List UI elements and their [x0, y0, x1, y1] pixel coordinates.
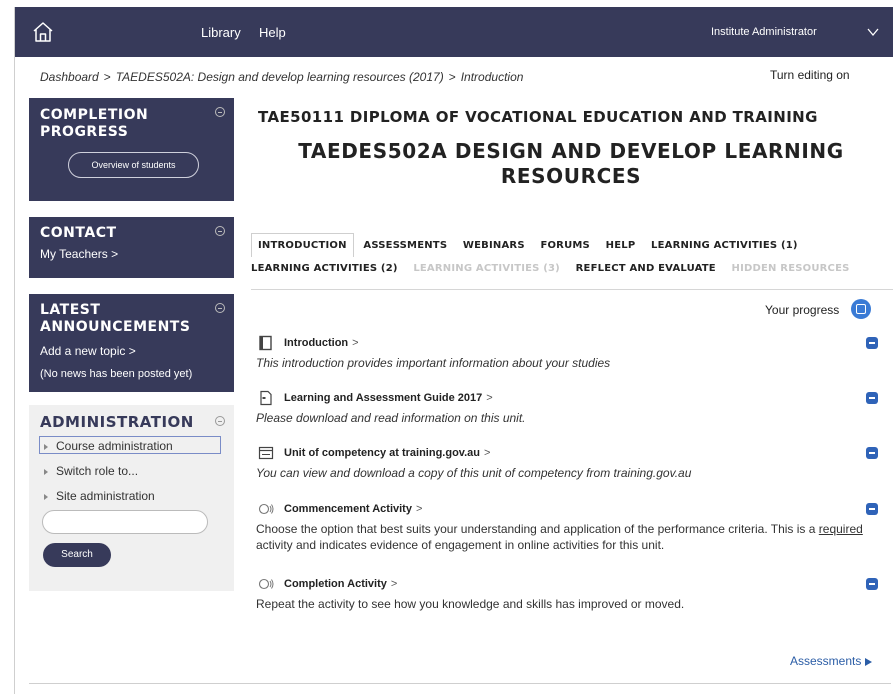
- progress-info-icon[interactable]: [851, 299, 871, 319]
- arrow-right-icon: [865, 657, 873, 666]
- breadcrumb-separator: >: [448, 70, 456, 84]
- completion-checkbox[interactable]: [866, 447, 878, 459]
- window-icon: [258, 446, 274, 460]
- tab-forums[interactable]: FORUMS: [540, 233, 590, 251]
- activity-link[interactable]: Introduction >: [284, 337, 359, 349]
- chevron-right-icon: >: [390, 578, 398, 590]
- overview-of-students-button[interactable]: Overview of students: [68, 152, 199, 178]
- activity-description: This introduction provides important inf…: [256, 356, 611, 370]
- description-emphasis: required: [818, 522, 863, 536]
- activity-description: Repeat the activity to see how you knowl…: [256, 597, 685, 611]
- admin-item-label: Course administration: [56, 439, 173, 453]
- breadcrumb-dashboard[interactable]: Dashboard: [40, 70, 99, 84]
- chevron-right-icon: >: [486, 392, 493, 404]
- my-teachers-label: My Teachers: [40, 247, 108, 261]
- no-news-note: (No news has been posted yet): [40, 368, 193, 380]
- administration-block: ADMINISTRATION Course administration Swi…: [29, 405, 234, 591]
- collapse-icon[interactable]: [215, 107, 225, 117]
- completion-progress-block: COMPLETION PROGRESS Overview of students: [29, 98, 234, 201]
- completion-checkbox[interactable]: [866, 392, 878, 404]
- turn-editing-button[interactable]: Turn editing on: [770, 68, 850, 82]
- tab-reflect-and-evaluate[interactable]: REFLECT AND EVALUATE: [576, 263, 716, 274]
- switch-role-item[interactable]: Switch role to...: [39, 462, 138, 480]
- block-title: ADMINISTRATION: [40, 413, 194, 431]
- chevron-right-icon: >: [415, 503, 423, 515]
- completion-checkbox[interactable]: [866, 337, 878, 349]
- admin-item-label: Site administration: [56, 489, 155, 503]
- course-unit-title: TAEDES502A DESIGN AND DEVELOP LEARNING R…: [298, 139, 844, 188]
- tab-introduction[interactable]: INTRODUCTION: [251, 233, 354, 257]
- activity-description: Choose the option that best suits your u…: [256, 521, 881, 553]
- chevron-right-icon: >: [128, 344, 136, 358]
- document-icon: [260, 390, 272, 406]
- course-administration-item[interactable]: Course administration: [39, 436, 221, 454]
- activity-title: Commencement Activity: [284, 503, 412, 515]
- chevron-right-icon: >: [352, 337, 359, 349]
- tab-hidden-resources[interactable]: HIDDEN RESOURCES: [732, 263, 850, 274]
- admin-search-input[interactable]: [42, 510, 208, 534]
- admin-item-label: Switch role to...: [56, 464, 139, 478]
- top-navbar: Library Help Institute Administrator: [15, 7, 893, 57]
- chevron-right-icon: >: [111, 247, 119, 261]
- my-teachers-link[interactable]: My Teachers >: [40, 247, 118, 261]
- activity-description: You can view and download a copy of this…: [256, 466, 692, 480]
- activity-title: Learning and Assessment Guide 2017: [284, 392, 483, 404]
- chevron-down-icon[interactable]: [867, 27, 879, 37]
- tabs-divider: [251, 289, 893, 290]
- nav-help-link[interactable]: Help: [259, 25, 286, 40]
- home-icon[interactable]: [31, 20, 55, 44]
- activity-title: Completion Activity: [284, 578, 387, 590]
- book-icon: [259, 335, 272, 351]
- latest-announcements-block: LATEST ANNOUNCEMENTS Add a new topic > (…: [29, 294, 234, 392]
- footer-divider: [29, 683, 891, 684]
- section-tabs-row-1: INTRODUCTION ASSESSMENTS WEBINARS FORUMS…: [251, 233, 810, 257]
- description-text: activity and indicates evidence of engag…: [256, 538, 665, 552]
- tab-webinars[interactable]: WEBINARS: [463, 233, 525, 251]
- caret-right-icon: [44, 443, 48, 450]
- feedback-icon: [258, 503, 274, 515]
- contact-block: CONTACT My Teachers >: [29, 217, 234, 278]
- admin-search-button[interactable]: Search: [43, 543, 111, 567]
- completion-checkbox[interactable]: [866, 578, 878, 590]
- activity-description: Please download and read information on …: [256, 411, 526, 425]
- tab-help[interactable]: HELP: [606, 233, 636, 251]
- nav-library-link[interactable]: Library: [201, 25, 241, 40]
- activity-link[interactable]: Completion Activity >: [284, 578, 397, 590]
- block-title: CONTACT: [40, 225, 117, 241]
- course-program-title: TAE50111 DIPLOMA OF VOCATIONAL EDUCATION…: [258, 108, 818, 126]
- caret-right-icon: [44, 493, 48, 500]
- chevron-right-icon: >: [483, 447, 491, 459]
- next-section-label: Assessments: [790, 654, 862, 668]
- tab-assessments[interactable]: ASSESSMENTS: [363, 233, 447, 251]
- description-text: Choose the option that best suits your u…: [256, 522, 819, 536]
- activity-link[interactable]: Learning and Assessment Guide 2017 >: [284, 392, 493, 404]
- breadcrumb: Dashboard > TAEDES502A: Design and develop…: [40, 70, 523, 84]
- block-title: LATEST ANNOUNCEMENTS: [40, 302, 191, 335]
- add-new-topic-label: Add a new topic: [40, 344, 126, 358]
- breadcrumb-course[interactable]: TAEDES502A: Design and develop learning …: [116, 70, 444, 84]
- activity-link[interactable]: Unit of competency at training.gov.au >: [284, 447, 490, 459]
- next-section-link[interactable]: Assessments: [790, 654, 873, 668]
- feedback-icon: [258, 578, 274, 590]
- user-menu[interactable]: Institute Administrator: [711, 26, 817, 38]
- completion-checkbox[interactable]: [866, 503, 878, 515]
- activity-title: Unit of competency at training.gov.au: [284, 447, 480, 459]
- tab-learning-activities-1[interactable]: LEARNING ACTIVITIES (1): [651, 233, 798, 251]
- page-frame: Library Help Institute Administrator Das…: [14, 7, 893, 694]
- collapse-icon[interactable]: [215, 303, 225, 313]
- activity-link[interactable]: Commencement Activity >: [284, 503, 422, 515]
- caret-right-icon: [44, 468, 48, 475]
- tab-learning-activities-2[interactable]: LEARNING ACTIVITIES (2): [251, 263, 398, 274]
- your-progress-label: Your progress: [765, 303, 840, 317]
- block-title: COMPLETION PROGRESS: [40, 107, 149, 140]
- site-administration-item[interactable]: Site administration: [39, 487, 155, 505]
- collapse-icon[interactable]: [215, 416, 225, 426]
- breadcrumb-current: Introduction: [460, 70, 524, 84]
- add-new-topic-link[interactable]: Add a new topic >: [40, 344, 136, 358]
- tab-learning-activities-3[interactable]: LEARNING ACTIVITIES (3): [413, 263, 560, 274]
- section-tabs-row-2: LEARNING ACTIVITIES (2) LEARNING ACTIVIT…: [251, 263, 862, 274]
- activity-title: Introduction: [284, 337, 349, 349]
- breadcrumb-separator: >: [103, 70, 111, 84]
- collapse-icon[interactable]: [215, 226, 225, 236]
